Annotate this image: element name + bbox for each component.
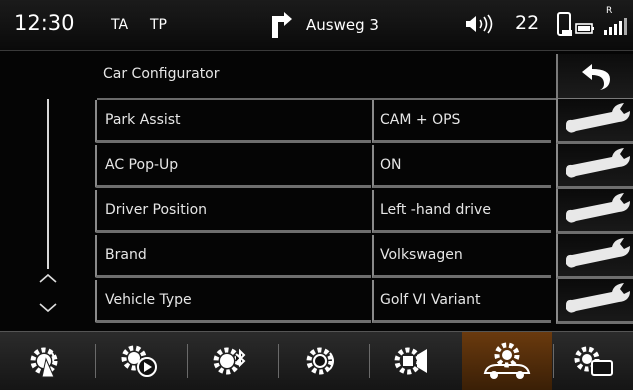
setting-row-vehicle-type[interactable]: Vehicle Type Golf VI Variant <box>95 279 633 324</box>
gear-antenna-icon <box>30 347 58 378</box>
setting-label-cell: Brand <box>95 235 371 278</box>
setting-label-cell: Vehicle Type <box>95 280 371 323</box>
tab-car-settings[interactable] <box>462 332 552 390</box>
phone-battery-icon <box>556 10 604 42</box>
edit-button[interactable] <box>556 99 633 144</box>
setting-value: Left -hand drive <box>380 202 491 218</box>
back-button[interactable] <box>556 54 633 100</box>
tab-radio-settings[interactable] <box>2 332 92 390</box>
page-title: Car Configurator <box>103 66 220 82</box>
gear-bluetooth-icon <box>213 347 246 375</box>
setting-value: CAM + OPS <box>380 112 461 128</box>
tab-speaker-settings[interactable] <box>369 332 459 390</box>
gear-car-icon <box>483 342 531 379</box>
wrench-icon <box>566 148 630 178</box>
turn-right-icon <box>268 12 296 42</box>
setting-value-cell: CAM + OPS <box>372 100 551 143</box>
navigation-instruction: Ausweg 3 <box>306 16 379 34</box>
wrench-icon <box>566 193 630 223</box>
back-arrow-icon <box>582 64 610 90</box>
wrench-icon <box>566 238 630 268</box>
volume-icon <box>464 14 498 38</box>
setting-label-cell: AC Pop-Up <box>95 145 371 188</box>
clock: 12:30 <box>14 11 75 35</box>
setting-row-brand[interactable]: Brand Volkswagen <box>95 234 633 279</box>
setting-value-cell: Golf VI Variant <box>372 280 551 323</box>
edit-button[interactable] <box>556 144 633 189</box>
edit-button[interactable] <box>556 189 633 234</box>
chevron-down-icon[interactable] <box>38 299 58 313</box>
traffic-announcement-indicator: TA <box>111 17 129 33</box>
tab-bluetooth-settings[interactable] <box>187 332 277 390</box>
edit-button[interactable] <box>556 279 633 324</box>
settings-tab-bar <box>0 331 633 390</box>
setting-label: Park Assist <box>105 112 181 128</box>
setting-value-cell: ON <box>372 145 551 188</box>
setting-value: Volkswagen <box>380 247 463 263</box>
setting-label: AC Pop-Up <box>105 157 179 173</box>
setting-value: Golf VI Variant <box>380 292 481 308</box>
status-bar: 12:30 TA TP Ausweg 3 22 R <box>0 0 633 51</box>
wrench-icon <box>566 283 630 313</box>
setting-value: ON <box>380 157 402 173</box>
tab-sound-settings[interactable] <box>278 332 368 390</box>
setting-row-ac-popup[interactable]: AC Pop-Up ON <box>95 144 633 189</box>
temperature-readout: 22 <box>515 12 540 34</box>
gear-sound-icon <box>306 347 334 375</box>
edit-button[interactable] <box>556 234 633 279</box>
settings-panel: Car Configurator Park Assist CAM + OPS A… <box>0 51 633 331</box>
chevron-up-icon[interactable] <box>38 269 58 283</box>
scrollbar-track[interactable] <box>47 99 49 269</box>
setting-label-cell: Park Assist <box>95 100 371 143</box>
setting-row-park-assist[interactable]: Park Assist CAM + OPS <box>95 99 633 144</box>
signal-strength-icon <box>603 16 631 40</box>
gear-play-icon <box>121 345 157 377</box>
tab-display-settings[interactable] <box>553 332 633 390</box>
setting-value-cell: Left -hand drive <box>372 190 551 233</box>
tab-media-settings[interactable] <box>95 332 185 390</box>
setting-row-driver-position[interactable]: Driver Position Left -hand drive <box>95 189 633 234</box>
signal-label: R <box>606 6 613 16</box>
setting-value-cell: Volkswagen <box>372 235 551 278</box>
gear-speaker-icon <box>394 347 427 375</box>
setting-label-cell: Driver Position <box>95 190 371 233</box>
gear-display-icon <box>574 346 613 376</box>
setting-label: Driver Position <box>105 202 208 218</box>
wrench-icon <box>566 103 630 133</box>
setting-label: Brand <box>105 247 147 263</box>
setting-label: Vehicle Type <box>105 292 192 308</box>
traffic-program-indicator: TP <box>150 17 167 33</box>
